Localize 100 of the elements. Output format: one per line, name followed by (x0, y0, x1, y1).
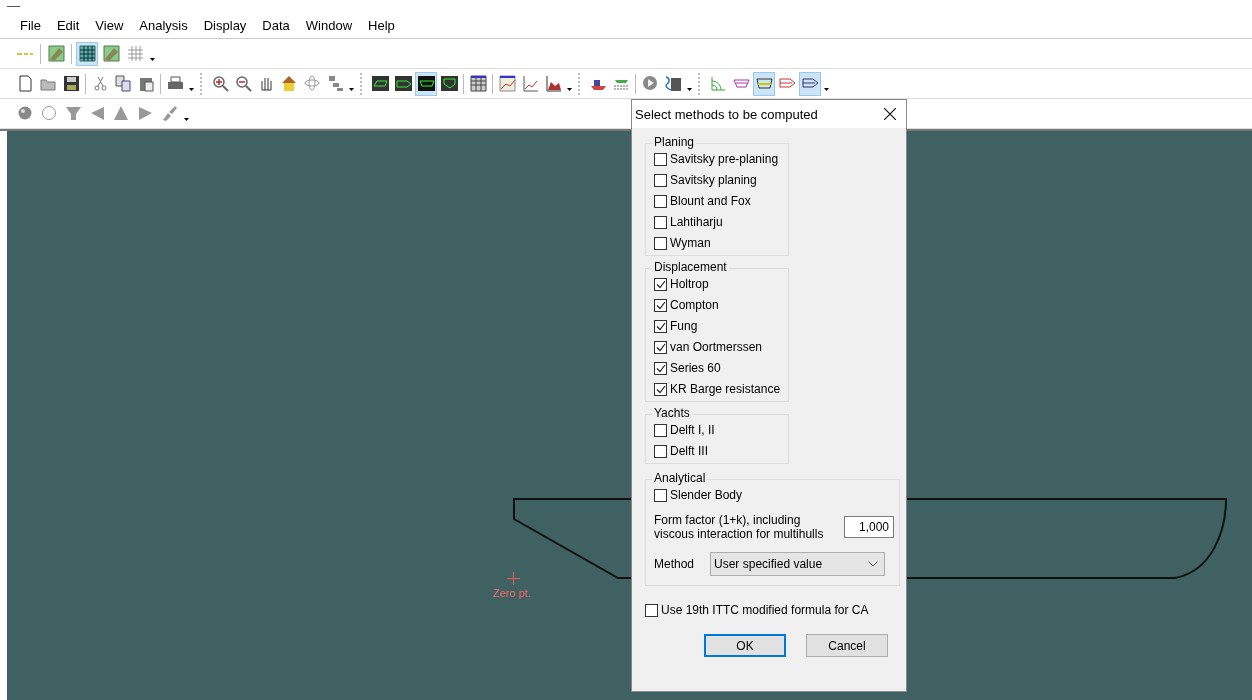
checkbox[interactable] (654, 236, 667, 250)
play-button-icon (641, 75, 659, 92)
calculator-icon (664, 75, 682, 92)
checkbox[interactable] (654, 215, 667, 229)
wedge-icon (136, 105, 154, 122)
line-chart-icon (521, 75, 539, 92)
toolbar-button[interactable] (76, 41, 98, 66)
menu-item[interactable]: View (86, 17, 131, 33)
hull-grid-icon (102, 45, 120, 62)
checkbox-option[interactable]: KR Barge resistance (654, 380, 788, 398)
checkbox-option[interactable]: Wyman (654, 234, 788, 252)
menu-item[interactable]: Display (194, 17, 254, 33)
clipboard-icon (137, 75, 155, 92)
checkbox-option[interactable]: Compton (654, 296, 788, 314)
check-icon (655, 279, 666, 289)
menu-item[interactable]: Window (296, 17, 360, 33)
menu-item[interactable]: Edit (47, 17, 87, 33)
menu-item[interactable]: Data (253, 17, 297, 33)
checkbox[interactable] (654, 382, 667, 396)
copy-icon (114, 75, 132, 92)
checkbox[interactable] (654, 444, 667, 458)
funnel-icon (64, 105, 82, 122)
input-field[interactable]: 1,000 (844, 516, 894, 538)
line-chart-icon (498, 75, 516, 92)
menu-item[interactable]: File (11, 17, 48, 33)
checkbox[interactable] (654, 152, 667, 166)
chevron-icon (868, 561, 879, 567)
checkbox-option[interactable]: Lahtiharju (654, 213, 788, 231)
caret-icon (686, 87, 692, 91)
hull-icon (417, 75, 435, 92)
field-label: Method (654, 557, 695, 571)
grid-icon (78, 45, 96, 62)
check-icon (655, 300, 666, 310)
house-icon (280, 75, 298, 92)
checkbox-option[interactable]: Slender Body (654, 486, 894, 504)
document-icon (16, 75, 34, 92)
pyramid-icon (112, 105, 130, 122)
group-label: Analytical (652, 471, 708, 485)
tree-icon (326, 75, 344, 92)
menu-item[interactable]: Help (359, 17, 402, 33)
hull-grid-icon (47, 45, 65, 62)
checkbox[interactable] (654, 340, 667, 354)
sphere-icon (16, 105, 34, 122)
toolbar-button[interactable] (753, 71, 775, 96)
dialog-button[interactable]: Cancel (806, 634, 888, 657)
checkbox-option[interactable]: van Oortmerssen (654, 338, 788, 356)
grid-icon (126, 45, 144, 62)
check-icon (655, 363, 666, 373)
checkbox[interactable] (645, 603, 658, 617)
checkbox-option[interactable]: Savitsky pre-planing (654, 150, 788, 168)
hull-icon (394, 75, 412, 92)
checkbox[interactable] (654, 298, 667, 312)
checkbox-option[interactable]: Savitsky planing (654, 171, 788, 189)
checkbox[interactable] (654, 194, 667, 208)
toolbar-button[interactable] (415, 71, 437, 96)
dialog-button[interactable]: OK (704, 634, 786, 657)
caret-icon (188, 87, 194, 91)
checkbox[interactable] (654, 361, 667, 375)
check-icon (655, 321, 666, 331)
circle-icon (40, 105, 58, 122)
dashed-line-icon (17, 51, 33, 56)
checkbox[interactable] (654, 488, 667, 502)
group-label: Yachts (652, 406, 692, 420)
group-label: Planing (652, 135, 697, 149)
checkbox-option[interactable]: Use 19th ITTC modified formula for CA (645, 601, 892, 619)
brush-icon (160, 105, 178, 122)
profile-lines-icon (755, 75, 773, 92)
group-label: Displacement (652, 260, 729, 274)
checkbox-option[interactable]: Delft I, II (654, 421, 788, 439)
marker-label: Zero pt. (493, 587, 531, 599)
body-lines-icon (709, 75, 727, 92)
dialog-title: Select methods to be computed (635, 106, 818, 122)
checkbox[interactable] (654, 319, 667, 333)
table-icon (469, 75, 487, 92)
checkbox-option[interactable]: Delft III (654, 442, 788, 460)
field-label: Form factor (1+k), including viscous interaction for multihulls (654, 513, 825, 541)
crosshair-icon (507, 572, 520, 585)
checkbox[interactable] (654, 173, 667, 187)
printer-icon (166, 75, 184, 92)
checkbox-option[interactable]: Holtrop (654, 275, 788, 293)
checkbox-option[interactable]: Blount and Fox (654, 192, 788, 210)
check-icon (655, 342, 666, 352)
scissors-icon (91, 75, 109, 92)
caret-icon (823, 87, 829, 91)
checkbox-option[interactable]: Series 60 (654, 359, 788, 377)
caret-icon (149, 57, 155, 61)
check-icon (655, 384, 666, 394)
hull-icon (440, 75, 458, 92)
checkbox[interactable] (654, 423, 667, 437)
caret-icon (348, 87, 354, 91)
checkbox-option[interactable]: Fung (654, 317, 788, 335)
caret-icon (183, 117, 189, 121)
area-chart-icon (544, 75, 562, 92)
rotate-icon (303, 75, 321, 92)
menu-item[interactable]: Analysis (130, 17, 195, 33)
hull-icon (371, 75, 389, 92)
checkbox[interactable] (654, 277, 667, 291)
zoom-out-icon (234, 75, 252, 92)
close-icon (884, 108, 896, 120)
method-dropdown[interactable]: User specified value (710, 552, 886, 576)
